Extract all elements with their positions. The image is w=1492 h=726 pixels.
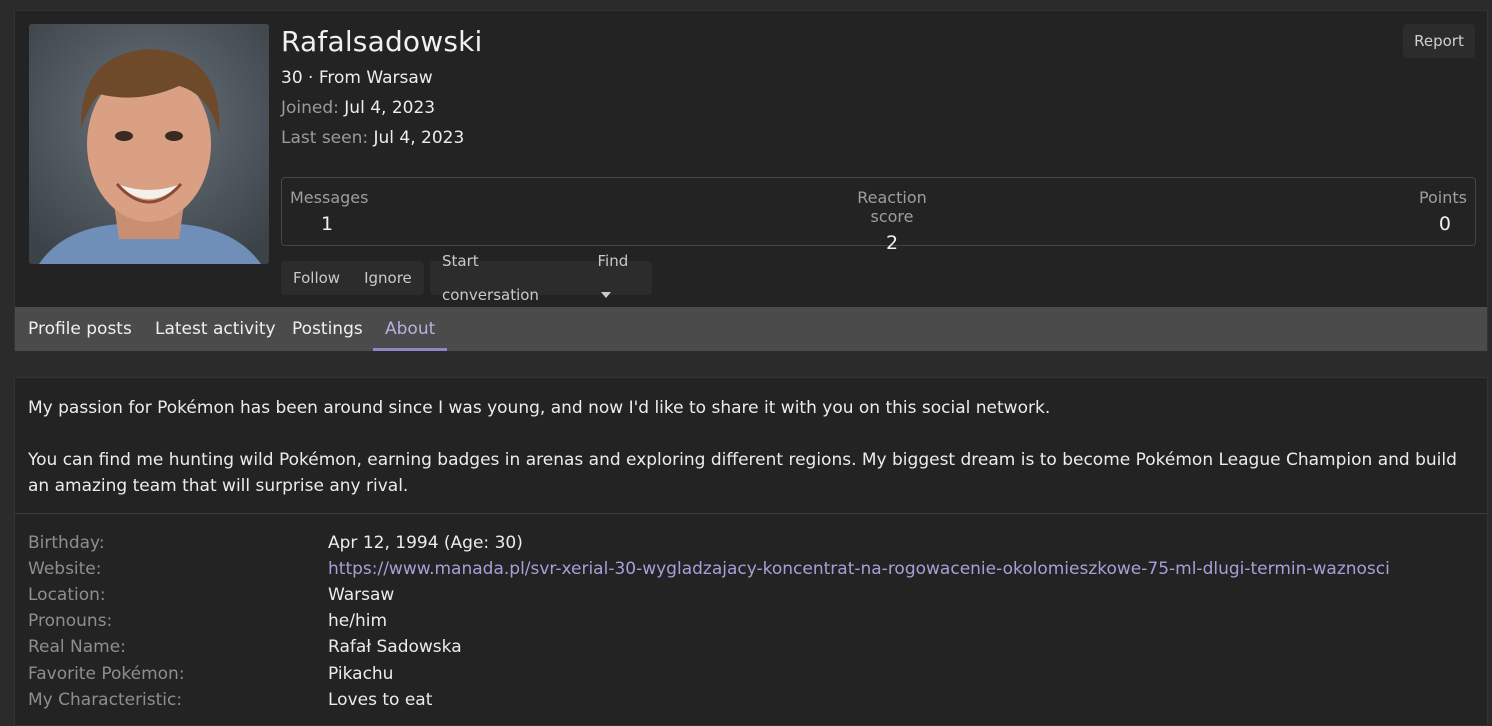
website-link[interactable]: https://www.manada.pl/svr-xerial-30-wygl… (328, 556, 1390, 582)
find-menu-button[interactable]: Find (585, 244, 652, 312)
stat-messages[interactable]: Messages 1 (290, 188, 368, 235)
info-value: he/him (328, 611, 388, 631)
conversation-find-group: Start conversation Find (430, 252, 652, 304)
info-label: Location: (28, 585, 106, 605)
stat-reaction-label: Reaction score (857, 188, 927, 226)
profile-tabs: Profile posts Latest activity Postings A… (15, 307, 1487, 351)
stat-points-value: 0 (1438, 213, 1451, 235)
age-location: 30 · From Warsaw (281, 68, 433, 88)
stat-messages-label: Messages (290, 188, 369, 207)
bio-paragraph: You can find me hunting wild Pokémon, ea… (28, 450, 1457, 496)
stats-box: Messages 1 Reaction score 2 Points 0 (281, 177, 1476, 254)
bio-paragraph: My passion for Pokémon has been around s… (28, 398, 1051, 418)
stat-messages-value: 1 (321, 213, 334, 235)
follow-button[interactable]: Follow (281, 261, 352, 295)
info-value: Apr 12, 1994 (Age: 30) (328, 533, 523, 553)
info-label: Birthday: (28, 533, 105, 553)
chevron-down-icon (601, 291, 612, 298)
joined-label: Joined: (281, 98, 339, 118)
stat-points[interactable]: Points 0 (1419, 188, 1467, 235)
stat-points-label: Points (1418, 188, 1467, 207)
info-label: Favorite Pokémon: (28, 664, 185, 684)
info-label: Pronouns: (28, 611, 113, 631)
avatar-photo (29, 24, 269, 264)
username: Rafalsadowski (281, 25, 483, 58)
last-seen-line: Last seen: Jul 4, 2023 (281, 128, 464, 148)
tab-latest-activity[interactable]: Latest activity (143, 307, 288, 351)
last-seen-date: Jul 4, 2023 (373, 128, 465, 148)
info-value: Warsaw (328, 585, 395, 605)
info-label: Real Name: (28, 637, 126, 657)
info-value: Rafał Sadowska (328, 637, 462, 657)
profile-header: Rafalsadowski 30 · From Warsaw Joined: J… (14, 10, 1488, 351)
follow-ignore-group: Follow Ignore (281, 261, 424, 295)
tab-profile-posts[interactable]: Profile posts (16, 307, 144, 351)
ignore-button[interactable]: Ignore (352, 261, 424, 295)
report-button[interactable]: Report (1403, 24, 1475, 58)
bio: My passion for Pokémon has been around s… (28, 395, 1468, 499)
divider (15, 513, 1487, 514)
joined-date: Jul 4, 2023 (344, 98, 436, 118)
info-label: My Characteristic: (28, 690, 183, 710)
joined-line: Joined: Jul 4, 2023 (281, 98, 435, 118)
start-conversation-button[interactable]: Start conversation (430, 244, 585, 312)
about-panel: My passion for Pokémon has been around s… (14, 377, 1488, 726)
info-label: Website: (28, 559, 102, 579)
find-label: Find (597, 252, 629, 270)
info-value: Pikachu (328, 664, 394, 684)
last-seen-label: Last seen: (281, 128, 369, 148)
tab-about[interactable]: About (373, 307, 448, 351)
info-value: Loves to eat (328, 690, 433, 710)
avatar[interactable] (29, 24, 269, 264)
stat-reaction-value: 2 (885, 232, 899, 254)
stat-reaction-score[interactable]: Reaction score 2 (837, 188, 947, 254)
tab-postings[interactable]: Postings (280, 307, 375, 351)
